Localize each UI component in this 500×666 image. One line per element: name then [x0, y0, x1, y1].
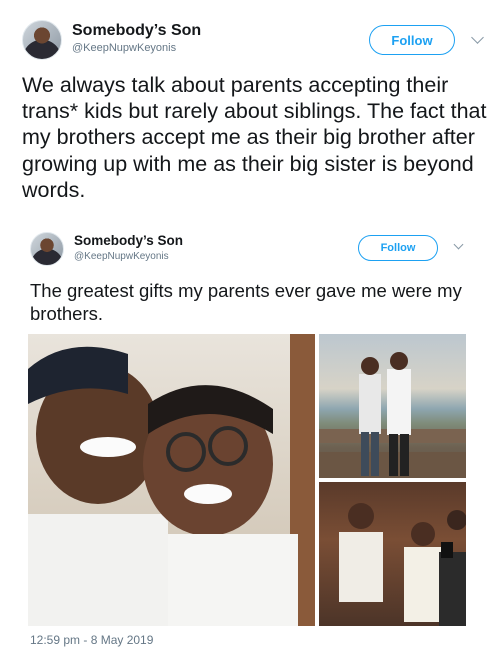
photo-selfie-illustration [28, 334, 315, 626]
photo-grid [28, 334, 466, 626]
follow-button[interactable]: Follow [358, 235, 438, 261]
tweet-1-header: Somebody’s Son @KeepNupwKeyonis Follow [0, 18, 500, 78]
user-handle[interactable]: @KeepNupwKeyonis [74, 251, 169, 262]
photo-selfie[interactable] [28, 334, 315, 626]
tweet-2-text: The greatest gifts my parents ever gave … [30, 280, 462, 324]
chevron-down-icon[interactable] [453, 239, 464, 250]
display-name[interactable]: Somebody’s Son [74, 233, 183, 248]
photo-dock[interactable] [319, 334, 466, 478]
chevron-down-icon[interactable] [471, 31, 484, 44]
user-handle[interactable]: @KeepNupwKeyonis [72, 42, 176, 54]
avatar[interactable] [30, 232, 64, 266]
photo-group[interactable] [319, 482, 466, 626]
photo-dock-illustration [319, 352, 466, 478]
display-name[interactable]: Somebody’s Son [72, 22, 201, 40]
follow-button[interactable]: Follow [369, 25, 455, 55]
avatar[interactable] [22, 20, 62, 60]
tweet-1-text: We always talk about parents accepting t… [22, 73, 487, 202]
timestamp[interactable]: 12:59 pm - 8 May 2019 [30, 633, 153, 647]
photo-group-illustration [339, 503, 466, 626]
